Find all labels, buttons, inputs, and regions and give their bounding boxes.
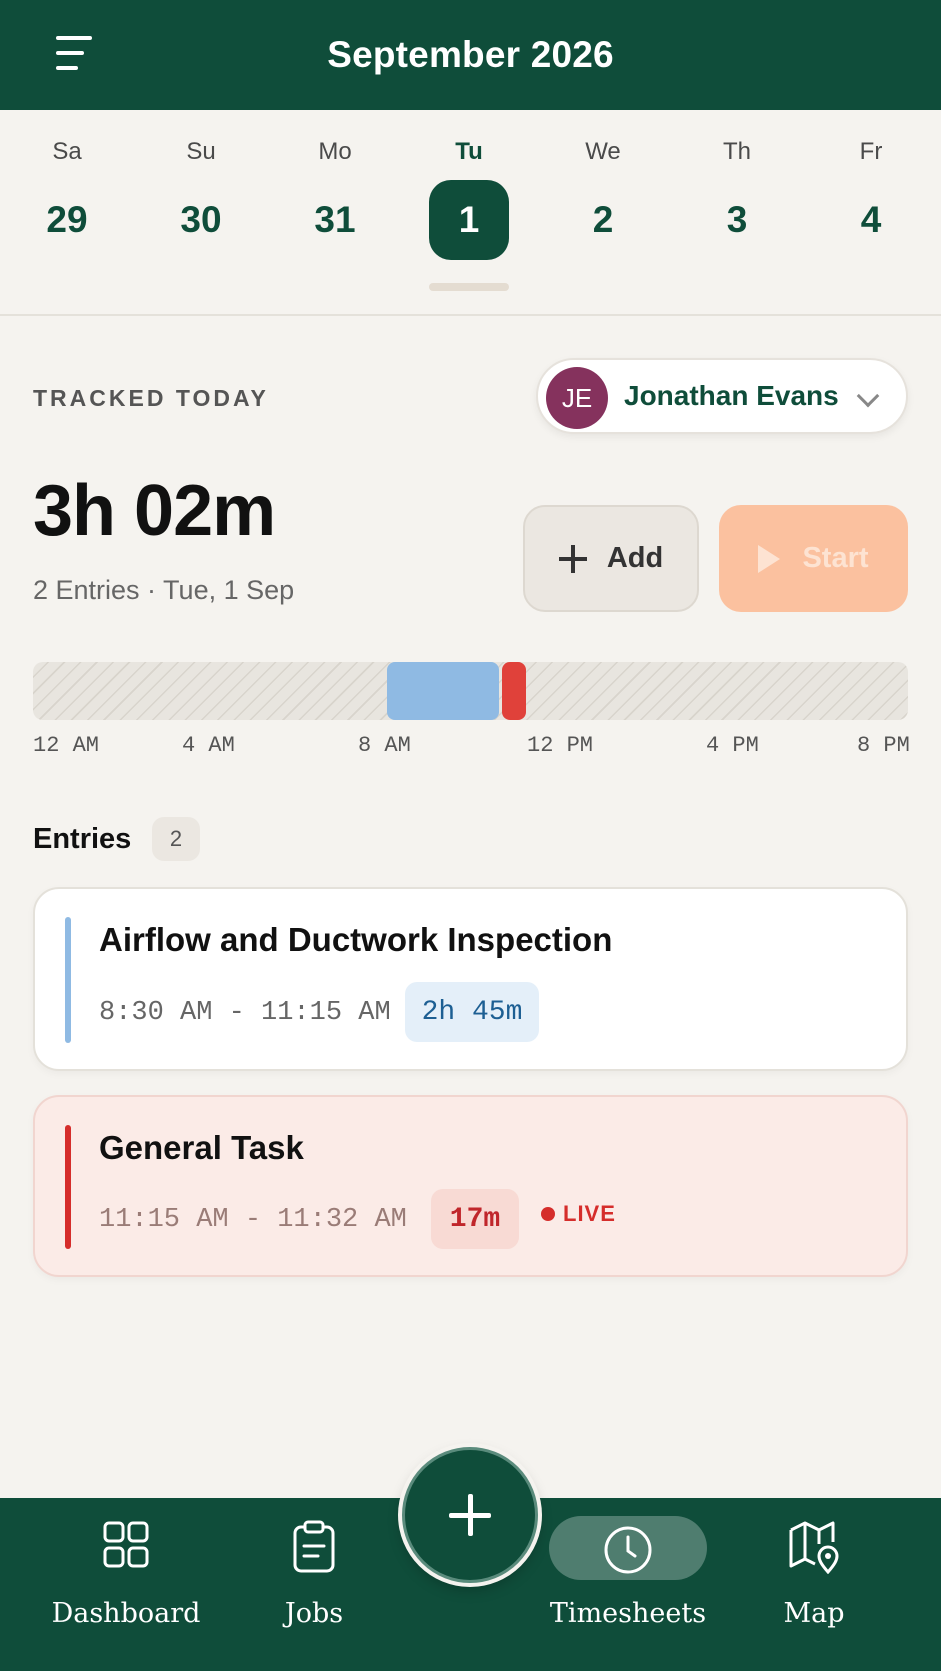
app-header: September 2026 <box>0 0 941 110</box>
grid-icon <box>103 1521 149 1568</box>
start-button-label: Start <box>802 542 869 574</box>
nav-label: Dashboard <box>51 1598 201 1629</box>
entry-card[interactable]: Airflow and Ductwork Inspection 8:30 AM … <box>33 887 908 1071</box>
timeline-tick: 4 PM <box>706 733 759 758</box>
day-date: 31 <box>314 199 356 240</box>
live-dot-icon <box>541 1207 555 1221</box>
entry-accent-bar <box>65 1125 71 1249</box>
day-fr[interactable]: Fr 4 <box>804 110 938 316</box>
nav-label: Timesheets <box>549 1598 707 1629</box>
day-name: Fr <box>859 138 883 165</box>
selected-day-indicator <box>429 283 509 291</box>
add-fab-button[interactable] <box>402 1447 538 1583</box>
day-name: Th <box>722 138 751 165</box>
day-tu-selected[interactable]: Tu 1 <box>402 110 536 316</box>
entry-title: General Task <box>99 1129 304 1166</box>
timeline-tick: 4 AM <box>182 733 235 758</box>
day-name: We <box>585 138 621 165</box>
timeline-segment-general-task[interactable] <box>501 662 526 720</box>
page-title: September 2026 <box>327 34 614 75</box>
nav-label: Map <box>783 1598 845 1629</box>
day-sa[interactable]: Sa 29 <box>0 110 134 316</box>
day-date: 30 <box>180 199 222 240</box>
map-pin-icon <box>789 1521 839 1574</box>
timeline-segment-inspection[interactable] <box>387 662 499 720</box>
avatar: JE <box>546 367 608 429</box>
start-timer-button[interactable]: Start <box>719 505 908 612</box>
clock-icon <box>604 1526 652 1574</box>
day-mo[interactable]: Mo 31 <box>268 110 402 316</box>
entry-duration-badge: 17m <box>431 1189 519 1249</box>
tracked-today-label: TRACKED TODAY <box>33 385 269 411</box>
entry-title: Airflow and Ductwork Inspection <box>99 921 613 958</box>
timeline-tick: 12 AM <box>33 733 100 758</box>
timeline-tick: 8 AM <box>358 733 411 758</box>
day-name: Su <box>186 138 216 165</box>
plus-icon <box>558 544 587 573</box>
day-date: 2 <box>592 199 614 240</box>
entries-count-badge: 2 <box>152 817 200 861</box>
day-date: 29 <box>46 199 88 240</box>
day-date: 4 <box>860 199 882 240</box>
entries-date-summary: 2 Entries · Tue, 1 Sep <box>33 575 295 605</box>
day-su[interactable]: Su 30 <box>134 110 268 316</box>
entry-time-range: 11:15 AM - 11:32 AM <box>99 1205 407 1235</box>
add-entry-button[interactable]: Add <box>523 505 699 612</box>
live-indicator: LIVE <box>541 1201 616 1227</box>
timeline-tick: 8 PM <box>857 733 910 758</box>
nav-map[interactable]: Map <box>714 1498 914 1671</box>
play-icon <box>758 544 781 573</box>
week-strip: Sa 29 Su 30 Mo 31 Tu 1 We 2 Th 3 Fr 4 <box>0 110 941 316</box>
tracked-total: 3h 02m <box>33 471 276 551</box>
entry-card-live[interactable]: General Task 11:15 AM - 11:32 AM 17m LIV… <box>33 1095 908 1277</box>
chevron-down-icon <box>856 384 880 408</box>
user-selector[interactable]: JE Jonathan Evans <box>536 358 908 434</box>
timeline-tick: 12 PM <box>527 733 594 758</box>
day-th[interactable]: Th 3 <box>670 110 804 316</box>
nav-timesheets[interactable]: Timesheets <box>528 1498 728 1671</box>
day-we[interactable]: We 2 <box>536 110 670 316</box>
nav-label: Jobs <box>284 1598 344 1629</box>
entry-accent-bar <box>65 917 71 1043</box>
nav-jobs[interactable]: Jobs <box>214 1498 414 1671</box>
day-date: 1 <box>429 180 509 260</box>
day-timeline <box>33 662 908 720</box>
day-name: Mo <box>318 138 352 165</box>
entry-duration-badge: 2h 45m <box>405 982 539 1042</box>
day-date: 3 <box>726 199 748 240</box>
day-name: Tu <box>455 138 483 165</box>
nav-dashboard[interactable]: Dashboard <box>26 1498 226 1671</box>
clipboard-icon <box>293 1520 335 1573</box>
add-button-label: Add <box>606 542 664 574</box>
entry-time-range: 8:30 AM - 11:15 AM <box>99 998 391 1028</box>
user-name: Jonathan Evans <box>624 380 839 411</box>
live-label: LIVE <box>563 1201 616 1226</box>
menu-icon[interactable] <box>56 34 98 74</box>
entries-heading: Entries <box>33 823 132 855</box>
day-name: Sa <box>52 138 82 165</box>
